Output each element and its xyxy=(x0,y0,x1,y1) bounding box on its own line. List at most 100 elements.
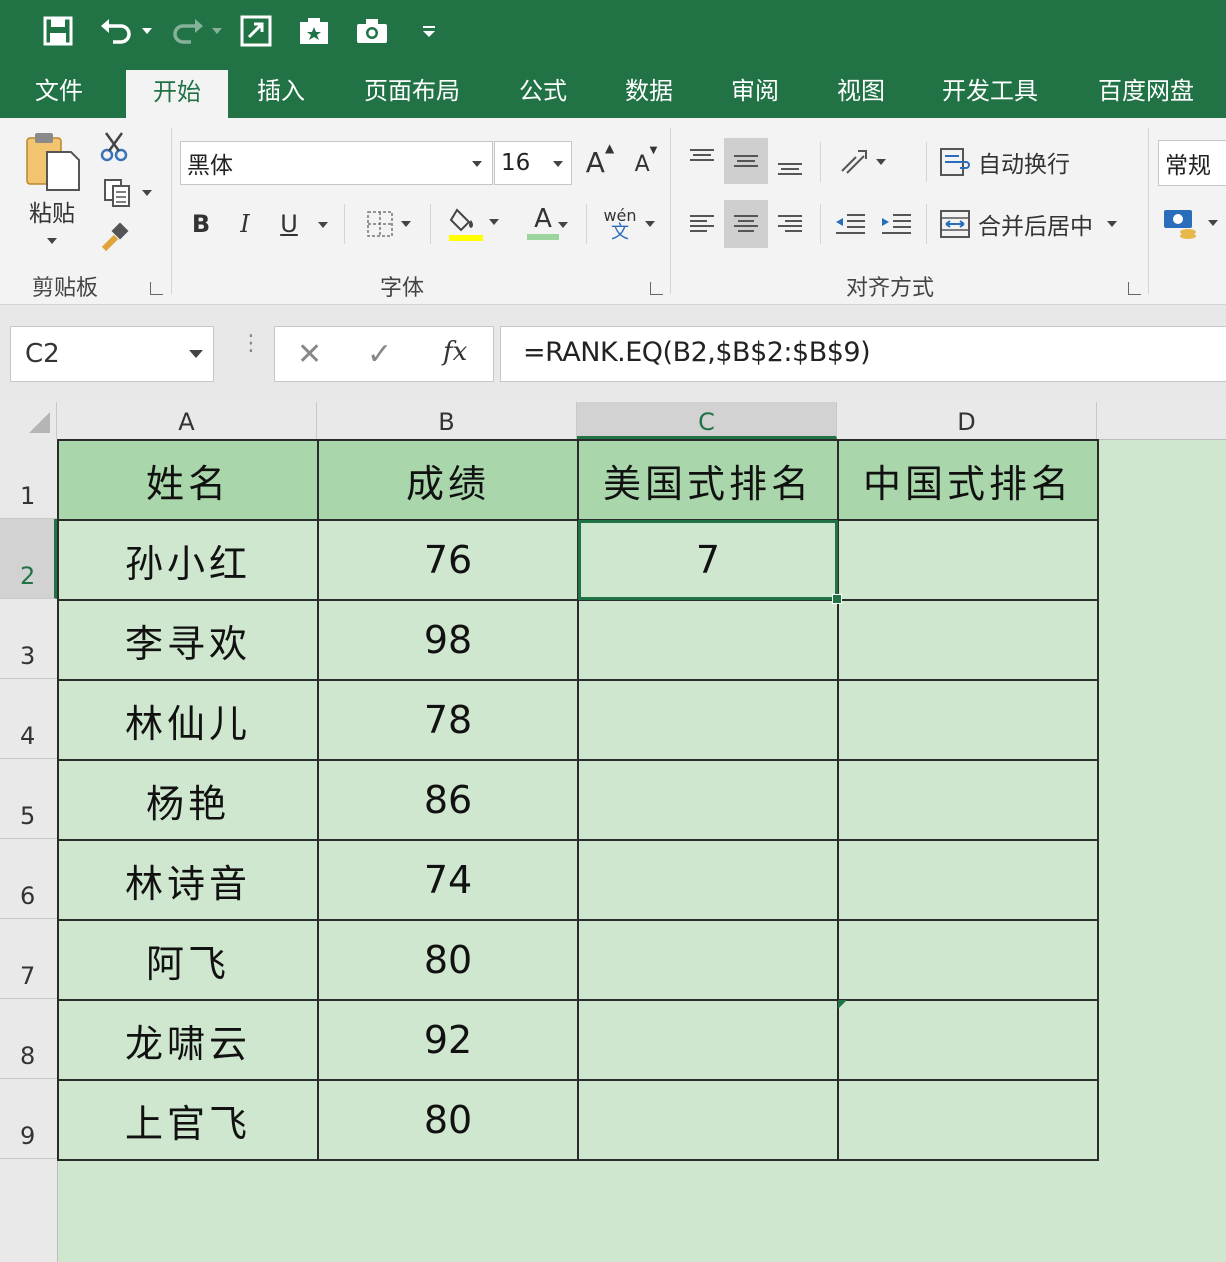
cell-d8[interactable] xyxy=(837,999,1099,1081)
tab-data[interactable]: 数据 xyxy=(604,65,694,118)
undo-dropdown-icon[interactable] xyxy=(138,10,156,52)
cell-c6[interactable] xyxy=(577,839,839,921)
cell-c3[interactable] xyxy=(577,599,839,681)
alignment-launcher-icon[interactable] xyxy=(1128,282,1141,295)
increase-indent-button[interactable] xyxy=(876,202,916,246)
column-header-a[interactable]: A xyxy=(57,402,317,439)
cell-c1[interactable]: 美国式排名 xyxy=(577,439,839,521)
decrease-indent-button[interactable] xyxy=(830,202,870,246)
cell-b8[interactable]: 92 xyxy=(317,999,579,1081)
undo-icon[interactable] xyxy=(96,10,136,52)
row-header-1[interactable]: 1 xyxy=(0,439,57,519)
orientation-button[interactable] xyxy=(832,140,892,184)
cell-d6[interactable] xyxy=(837,839,1099,921)
camera-icon[interactable] xyxy=(352,10,392,52)
font-size-select[interactable]: 16 xyxy=(494,141,572,185)
cell-b2[interactable]: 76 xyxy=(317,519,579,601)
column-header-c[interactable]: C xyxy=(577,402,837,439)
cell-a8[interactable]: 龙啸云 xyxy=(57,999,319,1081)
tab-formulas[interactable]: 公式 xyxy=(498,65,588,118)
cell-a7[interactable]: 阿飞 xyxy=(57,919,319,1001)
phonetic-button[interactable]: wén 文 xyxy=(598,202,660,246)
align-left-button[interactable] xyxy=(682,202,722,246)
save-icon[interactable] xyxy=(38,10,78,52)
cell-d4[interactable] xyxy=(837,679,1099,761)
tab-view[interactable]: 视图 xyxy=(816,65,906,118)
bottom-align-button[interactable] xyxy=(770,140,810,184)
cell-c2[interactable]: 7 xyxy=(577,519,839,601)
cell-a5[interactable]: 杨艳 xyxy=(57,759,319,841)
cell-d5[interactable] xyxy=(837,759,1099,841)
row-header-7[interactable]: 7 xyxy=(0,919,57,999)
fill-color-button[interactable] xyxy=(444,200,504,244)
cell-a1[interactable]: 姓名 xyxy=(57,439,319,521)
border-button[interactable] xyxy=(358,204,418,244)
top-align-button[interactable] xyxy=(682,138,722,182)
row-header-8[interactable]: 8 xyxy=(0,999,57,1079)
merge-center-button[interactable]: 合并后居中 xyxy=(938,202,1134,246)
shrink-font-button[interactable]: A ▼ xyxy=(628,145,664,182)
redo-dropdown-icon[interactable] xyxy=(208,10,226,52)
row-header-5[interactable]: 5 xyxy=(0,759,57,839)
cell-c7[interactable] xyxy=(577,919,839,1001)
font-color-dropdown-icon[interactable] xyxy=(558,222,568,228)
row-header-2[interactable]: 2 xyxy=(0,519,57,599)
cell-c9[interactable] xyxy=(577,1079,839,1161)
form-icon[interactable] xyxy=(236,10,276,52)
accounting-format-button[interactable] xyxy=(1158,200,1222,246)
cell-b4[interactable]: 78 xyxy=(317,679,579,761)
number-format-select[interactable]: 常规 xyxy=(1158,140,1226,186)
clipboard-launcher-icon[interactable] xyxy=(150,282,163,295)
splitter-icon[interactable]: ⋮ xyxy=(240,333,262,355)
row-header-3[interactable]: 3 xyxy=(0,599,57,679)
tab-insert[interactable]: 插入 xyxy=(236,65,326,118)
cell-b7[interactable]: 80 xyxy=(317,919,579,1001)
cell-b3[interactable]: 98 xyxy=(317,599,579,681)
middle-align-button[interactable] xyxy=(724,138,768,184)
cell-b6[interactable]: 74 xyxy=(317,839,579,921)
underline-button[interactable]: U xyxy=(274,204,304,244)
column-header-d[interactable]: D xyxy=(837,402,1097,439)
row-header-4[interactable]: 4 xyxy=(0,679,57,759)
cut-button[interactable] xyxy=(96,130,132,164)
wrap-text-button[interactable]: 自动换行 xyxy=(938,140,1088,184)
cancel-icon[interactable]: ✕ xyxy=(297,337,322,372)
cell-b5[interactable]: 86 xyxy=(317,759,579,841)
macro-icon[interactable] xyxy=(294,10,334,52)
font-name-select[interactable]: 黑体 xyxy=(180,141,493,185)
paste-button[interactable]: 粘贴 xyxy=(20,130,84,250)
fill-handle[interactable] xyxy=(832,594,842,604)
insert-function-icon[interactable]: fx xyxy=(443,337,467,367)
format-painter-button[interactable] xyxy=(96,220,132,254)
bold-button[interactable]: B xyxy=(186,204,216,244)
cell-a3[interactable]: 李寻欢 xyxy=(57,599,319,681)
row-header-9[interactable]: 9 xyxy=(0,1079,57,1159)
cell-d3[interactable] xyxy=(837,599,1099,681)
tab-file[interactable]: 文件 xyxy=(14,65,104,118)
tab-review[interactable]: 审阅 xyxy=(710,65,800,118)
cell-c5[interactable] xyxy=(577,759,839,841)
error-indicator-icon[interactable] xyxy=(838,1000,848,1010)
cell-d9[interactable] xyxy=(837,1079,1099,1161)
tab-developer[interactable]: 开发工具 xyxy=(926,65,1054,118)
cell-d1[interactable]: 中国式排名 xyxy=(837,439,1099,521)
customize-icon[interactable] xyxy=(418,10,440,52)
tab-page-layout[interactable]: 页面布局 xyxy=(348,65,476,118)
align-center-button[interactable] xyxy=(724,200,768,248)
italic-button[interactable]: I xyxy=(230,204,260,244)
formula-input[interactable]: =RANK.EQ(B2,$B$2:$B$9) xyxy=(500,326,1226,382)
cell-b9[interactable]: 80 xyxy=(317,1079,579,1161)
align-right-button[interactable] xyxy=(770,202,810,246)
cell-a4[interactable]: 林仙儿 xyxy=(57,679,319,761)
cell-a9[interactable]: 上官飞 xyxy=(57,1079,319,1161)
select-all-button[interactable] xyxy=(0,402,57,439)
tab-baidu-netdisk[interactable]: 百度网盘 xyxy=(1082,65,1210,118)
cell-b1[interactable]: 成绩 xyxy=(317,439,579,521)
tab-home[interactable]: 开始 xyxy=(126,70,228,118)
cell-d7[interactable] xyxy=(837,919,1099,1001)
grow-font-button[interactable]: A ▲ xyxy=(582,141,618,182)
redo-icon[interactable] xyxy=(168,10,208,52)
cell-d2[interactable] xyxy=(837,519,1099,601)
enter-icon[interactable]: ✓ xyxy=(367,337,392,372)
name-box[interactable]: C2 xyxy=(10,326,214,382)
